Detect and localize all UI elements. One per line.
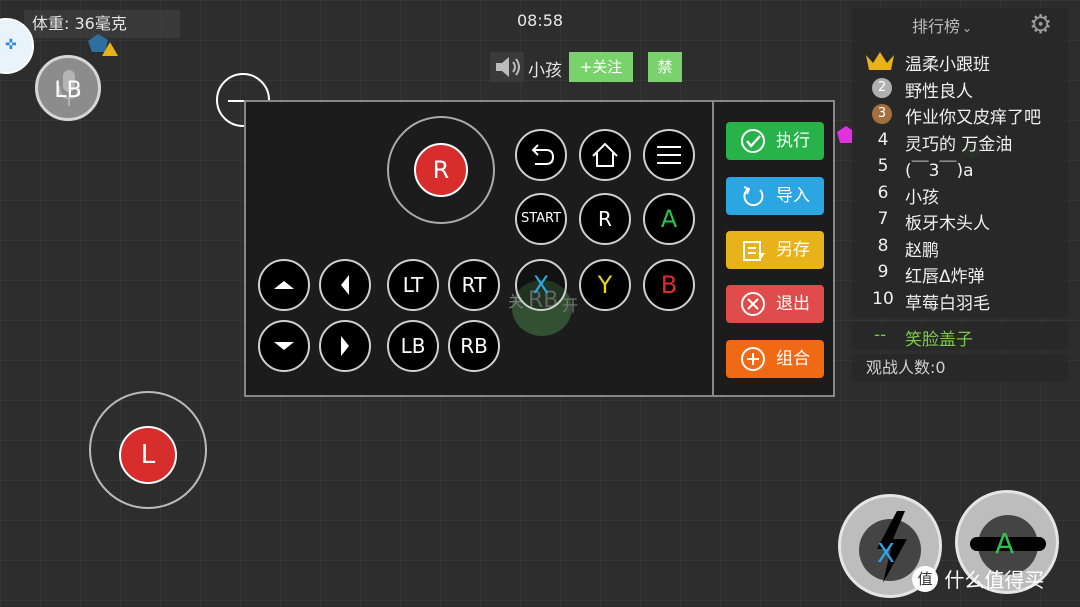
exit-label: 退出 <box>776 294 810 314</box>
execute-button[interactable]: 执行 <box>726 122 824 160</box>
chevron-down-icon: ⌄ <box>962 21 973 35</box>
execute-label: 执行 <box>776 131 810 151</box>
eject-a-label: A <box>995 527 1015 560</box>
import-button[interactable]: 导入 <box>726 177 824 215</box>
silver-medal-icon: 2 <box>872 77 892 98</box>
plus-icon <box>741 347 765 371</box>
panel-divider <box>712 102 714 395</box>
follow-button[interactable]: +关注 <box>569 52 633 82</box>
a-button[interactable]: A <box>643 193 695 245</box>
y-button[interactable]: Y <box>579 259 631 311</box>
food-shape <box>88 34 118 56</box>
menu-icon-button[interactable] <box>643 129 695 181</box>
lt-button[interactable]: LT <box>387 259 439 311</box>
undo-icon <box>531 144 555 165</box>
weight-text: 体重: 36毫克 <box>32 14 127 33</box>
watermark: 值 什么值得买 <box>912 564 1044 593</box>
bronze-medal-icon: 3 <box>872 104 892 124</box>
arrow-right-icon <box>341 336 349 356</box>
gear-icon[interactable]: ⚙ <box>1029 12 1052 38</box>
exit-button[interactable]: 退出 <box>726 285 824 323</box>
speaker-name: 小孩 <box>528 61 562 81</box>
watermark-text: 什么值得买 <box>944 568 1045 592</box>
check-icon <box>741 129 765 153</box>
clock: 08:58 <box>516 11 564 30</box>
split-x-label: X <box>877 539 895 569</box>
save-as-label: 另存 <box>776 240 810 260</box>
watermark-logo-icon: 值 <box>912 565 938 592</box>
b-button[interactable]: B <box>643 259 695 311</box>
home-icon <box>592 142 618 167</box>
start-button[interactable]: START <box>515 193 567 245</box>
right-joystick[interactable]: R <box>387 116 495 224</box>
undo-icon-button[interactable] <box>515 129 567 181</box>
close-icon <box>741 292 765 316</box>
spectator-count: 观战人数:0 <box>852 354 1068 382</box>
arrow-down-icon <box>274 342 294 350</box>
dpad-down-button[interactable] <box>258 320 310 372</box>
right-joystick-knob[interactable]: R <box>414 143 468 197</box>
dpad-up-button[interactable] <box>258 259 310 311</box>
combo-label: 组合 <box>776 349 810 369</box>
leaderboard-title-text: 排行榜 <box>912 17 961 36</box>
ban-button[interactable]: 禁 <box>648 52 682 82</box>
save-icon <box>743 241 765 261</box>
save-as-button[interactable]: 另存 <box>726 231 824 269</box>
left-joystick-knob[interactable]: L <box>119 426 177 484</box>
dpad-left-button[interactable] <box>319 259 371 311</box>
speaker-icon <box>490 52 524 82</box>
r-button[interactable]: R <box>579 193 631 245</box>
arrow-left-icon <box>341 275 349 295</box>
rt-button[interactable]: RT <box>448 259 500 311</box>
leaderboard: 排行榜 ⌄ ⚙ 温柔小跟班 2 野性良人 3 作业你又皮痒了吧 4 灵巧的 万金油 … <box>852 8 1068 318</box>
x-button[interactable]: X <box>515 259 567 311</box>
import-icon <box>743 186 764 207</box>
lb-shoulder-button[interactable]: LB <box>35 55 101 121</box>
self-rank-row: -- 笑脸盖子 <box>852 322 1068 350</box>
self-rank: -- <box>874 325 887 345</box>
crown-icon <box>866 52 894 70</box>
dpad-right-button[interactable] <box>319 320 371 372</box>
menu-icon <box>657 146 681 164</box>
left-joystick[interactable]: L <box>89 391 207 509</box>
gamepad-config-panel: R START R A LT RT LB RB 关 RB 开 X Y B 执行 … <box>244 100 835 397</box>
self-name: 笑脸盖子 <box>905 330 973 350</box>
combo-button[interactable]: 组合 <box>726 340 824 378</box>
lb-label: LB <box>54 78 82 103</box>
lb-button[interactable]: LB <box>387 320 439 372</box>
rb-button[interactable]: RB <box>448 320 500 372</box>
leaderboard-title[interactable]: 排行榜 ⌄ <box>912 13 972 37</box>
home-icon-button[interactable] <box>579 129 631 181</box>
arrow-up-icon <box>274 281 294 289</box>
import-label: 导入 <box>776 186 810 206</box>
